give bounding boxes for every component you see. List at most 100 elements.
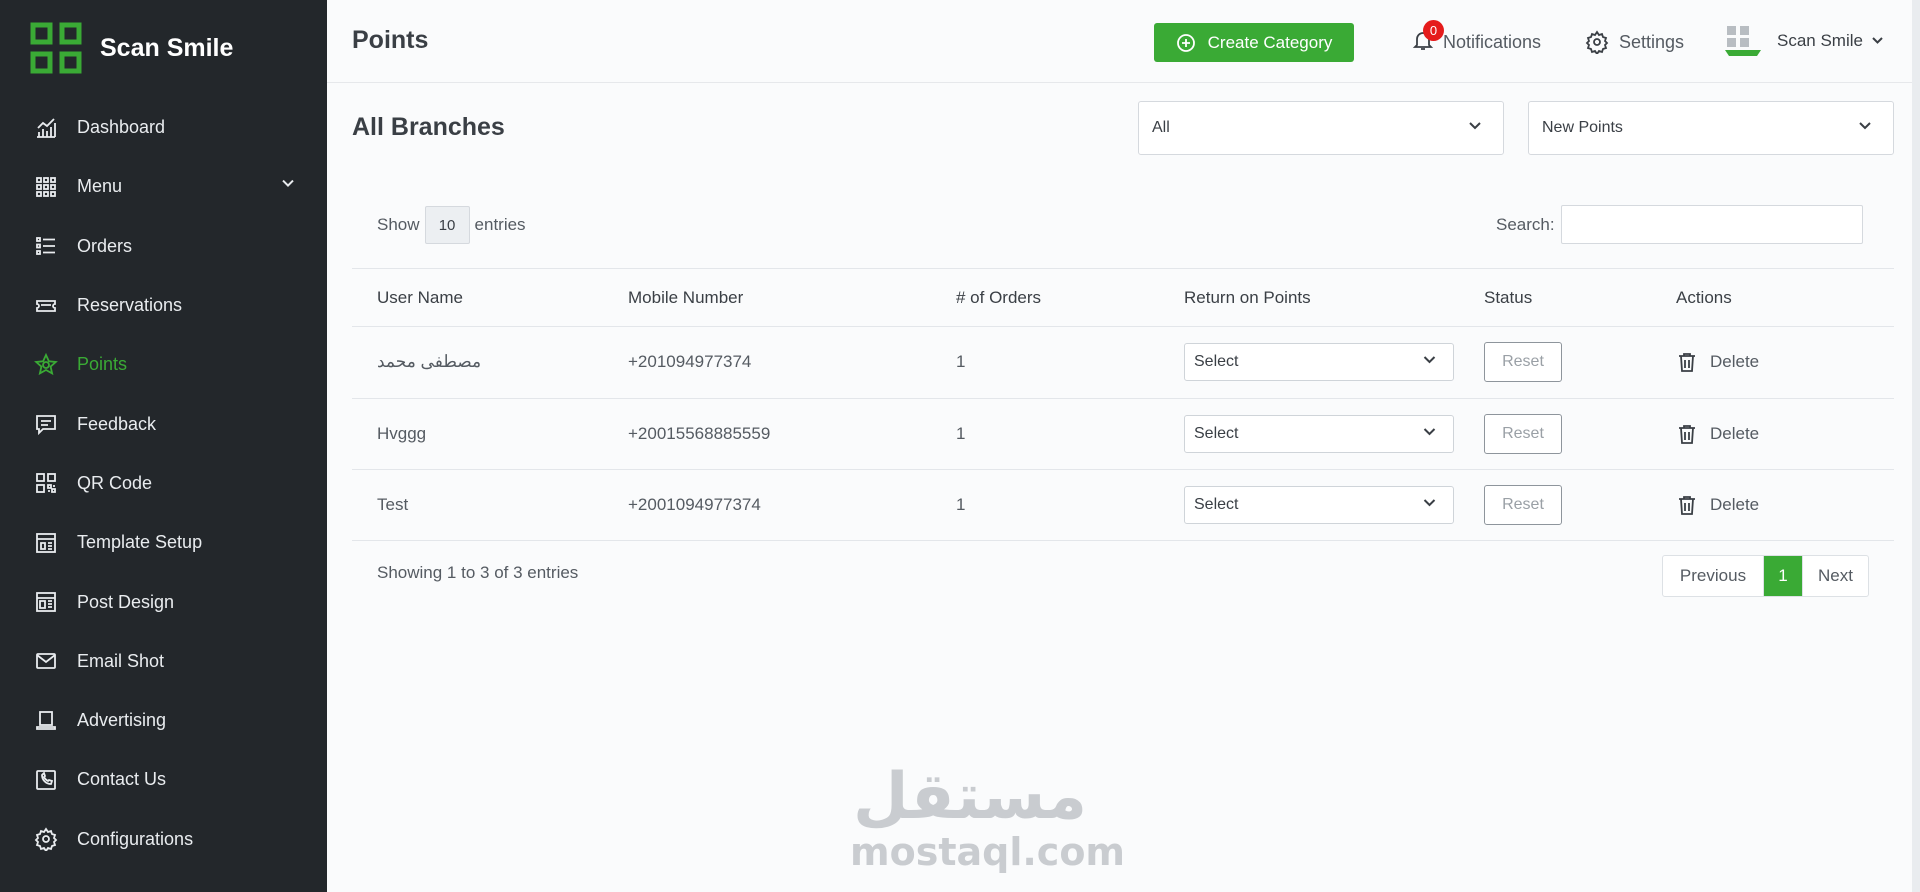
next-page-button[interactable]: Next [1802, 556, 1868, 596]
sidebar-item-configurations[interactable]: Configurations [0, 810, 327, 869]
notification-count-badge: 0 [1423, 20, 1444, 41]
user-name-cell: Test [377, 494, 409, 514]
sidebar-item-contact-us[interactable]: Contact Us [0, 750, 327, 809]
laptop-icon [33, 708, 59, 734]
return-points-select[interactable]: Select [1184, 343, 1454, 382]
chevron-down-icon [1422, 495, 1437, 515]
reset-button[interactable]: Reset [1484, 484, 1562, 525]
sidebar-item-label: Dashboard [77, 117, 166, 138]
user-name-cell: مصطفى محمد [377, 352, 482, 372]
branch-filter-select[interactable]: All [1138, 101, 1504, 155]
sidebar-item-label: Post Design [77, 591, 175, 612]
settings-button[interactable]: Settings [1585, 30, 1684, 54]
orders-cell: 1 [956, 494, 966, 514]
chevron-down-icon [1422, 424, 1437, 444]
notifications-label: Notifications [1443, 32, 1542, 52]
delete-label: Delete [1710, 352, 1760, 372]
return-points-select[interactable]: Select [1184, 414, 1454, 453]
grid-icon [33, 174, 59, 200]
return-points-select[interactable]: Select [1184, 485, 1454, 524]
watermark: مستقل mostaql.com [850, 762, 1126, 874]
delete-button[interactable]: Delete [1676, 423, 1759, 445]
column-header-user-name[interactable]: User Name [377, 288, 463, 308]
sidebar-item-qr-code[interactable]: QR Code [0, 454, 327, 513]
table-header-row: User Name Mobile Number # of Orders Retu… [352, 268, 1894, 326]
chevron-down-icon [1857, 118, 1873, 139]
avatar [1725, 26, 1761, 56]
orders-cell: 1 [956, 423, 966, 443]
column-header-status[interactable]: Status [1484, 288, 1532, 308]
phone-icon [33, 767, 59, 793]
sidebar: Scan Smile Dashboard Menu Orders Reserva… [0, 0, 327, 892]
chevron-down-icon [1863, 30, 1884, 52]
page-1-button[interactable]: 1 [1764, 556, 1802, 596]
points-table: User Name Mobile Number # of Orders Retu… [352, 268, 1894, 541]
sidebar-item-label: QR Code [77, 472, 153, 493]
return-points-value: Select [1194, 495, 1239, 513]
table-row: Test +2001094977374 1 Select Reset Delet… [352, 469, 1894, 541]
user-name: Scan Smile [1777, 31, 1863, 50]
sidebar-item-orders[interactable]: Orders [0, 217, 327, 276]
trash-icon [1679, 424, 1695, 444]
brand[interactable]: Scan Smile [30, 22, 233, 74]
create-category-label: Create Category [1207, 32, 1333, 52]
brand-name: Scan Smile [100, 33, 234, 62]
search-control: Search: [1496, 205, 1863, 244]
settings-label: Settings [1619, 31, 1685, 52]
return-points-value: Select [1194, 424, 1239, 442]
user-menu[interactable]: Scan Smile [1723, 24, 1884, 58]
previous-page-button[interactable]: Previous [1663, 556, 1764, 596]
sidebar-item-label: Orders [77, 235, 133, 256]
sidebar-item-dashboard[interactable]: Dashboard [0, 98, 327, 157]
main-content: All Branches All New Points Show 10 entr… [327, 83, 1920, 892]
entries-select[interactable]: 10 [424, 206, 470, 244]
table-info: Showing 1 to 3 of 3 entries [377, 563, 579, 582]
show-entries-control: Show 10 entries [377, 206, 526, 244]
sidebar-item-label: Points [77, 354, 128, 375]
sidebar-item-label: Advertising [77, 710, 167, 731]
show-label: Show [377, 215, 420, 234]
watermark-latin: mostaql.com [850, 830, 1126, 874]
plus-circle-icon [1176, 33, 1195, 52]
delete-button[interactable]: Delete [1676, 494, 1759, 516]
sidebar-item-label: Contact Us [77, 769, 167, 790]
dashboard-chart-icon [33, 115, 59, 141]
points-filter-select[interactable]: New Points [1528, 101, 1894, 155]
delete-label: Delete [1710, 423, 1760, 443]
reset-button[interactable]: Reset [1484, 342, 1562, 383]
column-header-mobile[interactable]: Mobile Number [628, 288, 743, 308]
column-header-return-points[interactable]: Return on Points [1184, 288, 1311, 308]
delete-label: Delete [1710, 494, 1760, 514]
trash-icon [1679, 353, 1695, 373]
reset-button[interactable]: Reset [1484, 413, 1562, 454]
mobile-cell: +201094977374 [628, 352, 752, 372]
points-filter-value: New Points [1542, 119, 1623, 136]
sidebar-item-email-shot[interactable]: Email Shot [0, 632, 327, 691]
scrollbar[interactable] [1912, 0, 1920, 892]
create-category-button[interactable]: Create Category [1154, 23, 1354, 62]
sidebar-item-advertising[interactable]: Advertising [0, 691, 327, 750]
column-header-actions[interactable]: Actions [1676, 288, 1732, 308]
notifications-button[interactable]: 0 Notifications [1411, 20, 1542, 53]
chevron-down-icon[interactable] [281, 176, 295, 195]
search-label: Search: [1496, 214, 1555, 234]
sidebar-item-label: Feedback [77, 413, 157, 434]
section-title: All Branches [352, 113, 505, 141]
sidebar-item-reservations[interactable]: Reservations [0, 276, 327, 335]
message-icon [33, 411, 59, 437]
column-header-orders[interactable]: # of Orders [956, 288, 1041, 308]
star-icon [33, 352, 59, 378]
sidebar-item-post-design[interactable]: Post Design [0, 572, 327, 631]
delete-button[interactable]: Delete [1676, 351, 1759, 373]
return-points-value: Select [1194, 353, 1239, 371]
gear-icon [1585, 30, 1609, 54]
search-input[interactable] [1560, 205, 1863, 244]
sidebar-item-label: Configurations [77, 828, 194, 849]
sidebar-item-template-setup[interactable]: Template Setup [0, 513, 327, 572]
chevron-down-icon [1467, 118, 1483, 139]
sidebar-item-label: Template Setup [77, 532, 203, 553]
layout-icon [33, 589, 59, 615]
sidebar-item-feedback[interactable]: Feedback [0, 394, 327, 453]
sidebar-item-menu[interactable]: Menu [0, 157, 327, 216]
sidebar-item-points[interactable]: Points [0, 335, 327, 394]
